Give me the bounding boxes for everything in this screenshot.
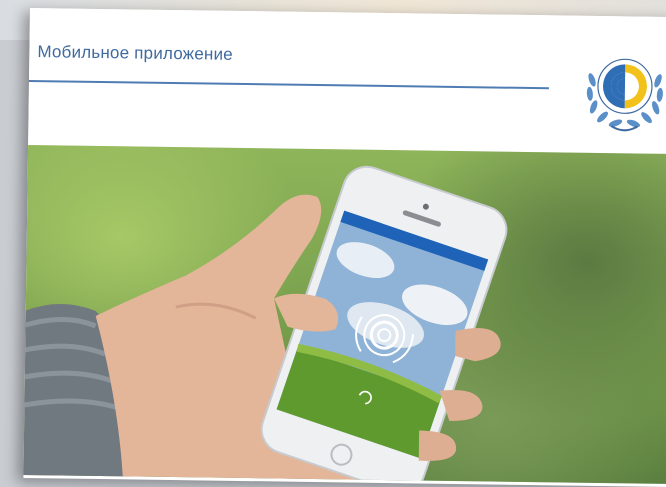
title-underline [28,79,549,90]
fss-emblem-icon [586,58,663,132]
hand-holding-phone-image [23,165,508,485]
slide-title: Мобильное приложение [37,42,234,64]
presentation-slide: Мобильное приложение [23,8,666,487]
slide-header: Мобильное приложение [28,8,666,153]
hero-photo [23,144,666,485]
